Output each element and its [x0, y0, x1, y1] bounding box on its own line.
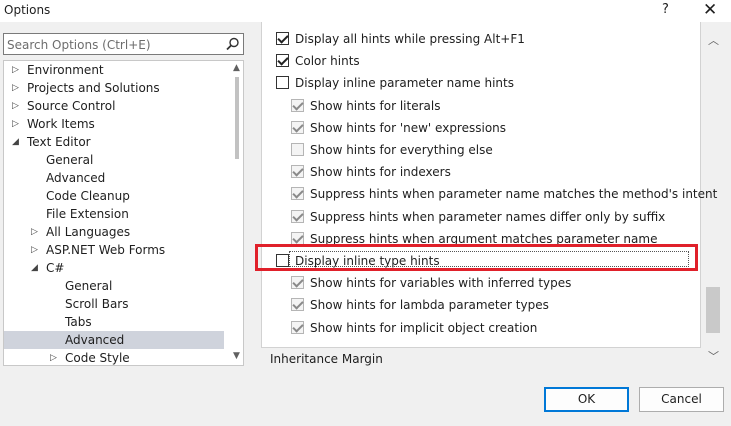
search-icon[interactable] [226, 37, 240, 51]
option-label: Show hints for 'new' expressions [310, 120, 507, 135]
collapsed-arrow-icon[interactable]: ▷ [12, 97, 22, 115]
tree-item-label: Advanced [46, 171, 106, 185]
tree-item-label: General [65, 279, 113, 293]
tree-item-label: C# [46, 261, 65, 275]
tree-item-text-editor[interactable]: ◢ Text Editor [4, 133, 224, 151]
checkbox-checked[interactable] [291, 187, 304, 201]
ok-button[interactable]: OK [544, 387, 629, 412]
checkbox-checked[interactable] [291, 98, 304, 112]
option-label: Show hints for literals [310, 98, 441, 113]
section-divider [270, 347, 700, 348]
tree-item-advanced[interactable]: Advanced [4, 169, 224, 187]
tree-item-label: Code Cleanup [46, 189, 130, 203]
option-label: Show hints for indexers [310, 165, 451, 180]
checkbox-unchecked[interactable] [291, 143, 304, 156]
checkbox-unchecked[interactable] [276, 76, 289, 90]
option-label: Suppress hints when parameter names diff… [310, 209, 666, 224]
collapsed-arrow-icon[interactable]: ▷ [12, 79, 22, 97]
window-title: Options [4, 3, 51, 17]
tree-item-tabs[interactable]: Tabs [4, 313, 224, 331]
option-label: Color hints [295, 54, 360, 69]
collapsed-arrow-icon[interactable]: ▷ [50, 349, 60, 365]
search-placeholder: Search Options (Ctrl+E) [7, 38, 151, 52]
option-label: Show hints for everything else [310, 143, 493, 157]
tree-scroll-thumb[interactable] [235, 77, 239, 159]
help-button[interactable]: ? [662, 2, 669, 17]
tree-item-label: Scroll Bars [65, 297, 129, 311]
tree-item-asp-net-web-forms[interactable]: ▷ ASP.NET Web Forms [4, 241, 224, 259]
option-label: Show hints for variables with inferred t… [310, 276, 572, 291]
tree-item-label: General [46, 153, 94, 167]
expanded-arrow-icon[interactable]: ◢ [31, 259, 41, 277]
tree-item-work-items[interactable]: ▷ Work Items [4, 115, 224, 133]
tree-item-label: Text Editor [27, 135, 91, 149]
scroll-up-arrow-icon[interactable]: ▲ [233, 63, 240, 73]
checkbox-checked[interactable] [291, 276, 304, 290]
tree-item-scroll-bars[interactable]: Scroll Bars [4, 295, 224, 313]
option-label: Show hints for lambda parameter types [310, 298, 549, 313]
collapsed-arrow-icon[interactable]: ▷ [31, 223, 41, 241]
tree-item-general[interactable]: General [4, 277, 224, 295]
option-label: Display all hints while pressing Alt+F1 [295, 32, 525, 46]
scroll-down-arrow-icon[interactable]: ▼ [233, 351, 240, 361]
tree-item-general[interactable]: General [4, 151, 224, 169]
collapsed-arrow-icon[interactable]: ▷ [31, 241, 41, 259]
tree-item-environment[interactable]: ▷ Environment [4, 61, 224, 79]
option-label: Suppress hints when parameter name match… [310, 187, 718, 202]
checkbox-checked[interactable] [291, 165, 304, 179]
tree-item-c-[interactable]: ◢ C# [4, 259, 224, 277]
checkbox-checked[interactable] [276, 32, 289, 45]
options-scroll-thumb[interactable] [706, 287, 720, 333]
tree-item-label: Source Control [27, 99, 116, 113]
tree-item-label: Work Items [27, 117, 95, 131]
tree-item-label: Tabs [65, 315, 92, 329]
tree-item-label: Environment [27, 63, 104, 77]
checkbox-checked[interactable] [291, 231, 304, 245]
chevron-down-icon[interactable]: ﹀ [708, 348, 719, 364]
checkbox-checked[interactable] [276, 54, 289, 68]
expanded-arrow-icon[interactable]: ◢ [12, 133, 22, 151]
tree-item-all-languages[interactable]: ▷ All Languages [4, 223, 224, 241]
tree-item-code-cleanup[interactable]: Code Cleanup [4, 187, 224, 205]
title-bar: Options ? ✕ [0, 0, 731, 22]
checkbox-checked[interactable] [291, 320, 304, 334]
options-scrollbar[interactable]: ︿ ﹀ [703, 30, 723, 366]
tree-item-source-control[interactable]: ▷ Source Control [4, 97, 224, 115]
tree-item-file-extension[interactable]: File Extension [4, 205, 224, 223]
checkbox-checked[interactable] [291, 298, 304, 312]
option-label: Display inline parameter name hints [295, 76, 514, 91]
focus-rectangle [289, 251, 689, 267]
tree-item-label: Code Style [65, 351, 130, 365]
tree-item-advanced[interactable]: Advanced [4, 331, 224, 349]
tree-item-projects-and-solutions[interactable]: ▷ Projects and Solutions [4, 79, 224, 97]
checkbox-checked[interactable] [291, 120, 304, 134]
cancel-button[interactable]: Cancel [639, 387, 724, 412]
tree-item-label: ASP.NET Web Forms [46, 243, 166, 257]
tree-item-label: All Languages [46, 225, 131, 239]
tree-item-label: File Extension [46, 207, 129, 221]
options-tree[interactable]: ▲ ▼ ▷ Environment ▷ Projects and Solutions ▷… [3, 60, 244, 366]
tree-item-label: Advanced [65, 333, 125, 347]
tree-scrollbar[interactable]: ▲ ▼ [232, 61, 243, 365]
tree-item-code-style[interactable]: ▷ Code Style [4, 349, 224, 365]
section-header-inheritance-margin: Inheritance Margin [270, 352, 383, 366]
options-panel: Display all hints while pressing Alt+F1 C… [261, 22, 727, 366]
tree-item-label: Projects and Solutions [27, 81, 160, 95]
chevron-up-icon[interactable]: ︿ [708, 32, 719, 48]
checkbox-checked[interactable] [291, 209, 304, 223]
search-options-input[interactable]: Search Options (Ctrl+E) [3, 33, 244, 55]
option-label: Show hints for implicit object creation [310, 320, 538, 335]
collapsed-arrow-icon[interactable]: ▷ [12, 115, 22, 133]
close-button[interactable]: ✕ [703, 0, 717, 20]
collapsed-arrow-icon[interactable]: ▷ [12, 61, 22, 79]
options-list: Display all hints while pressing Alt+F1 C… [261, 22, 717, 348]
